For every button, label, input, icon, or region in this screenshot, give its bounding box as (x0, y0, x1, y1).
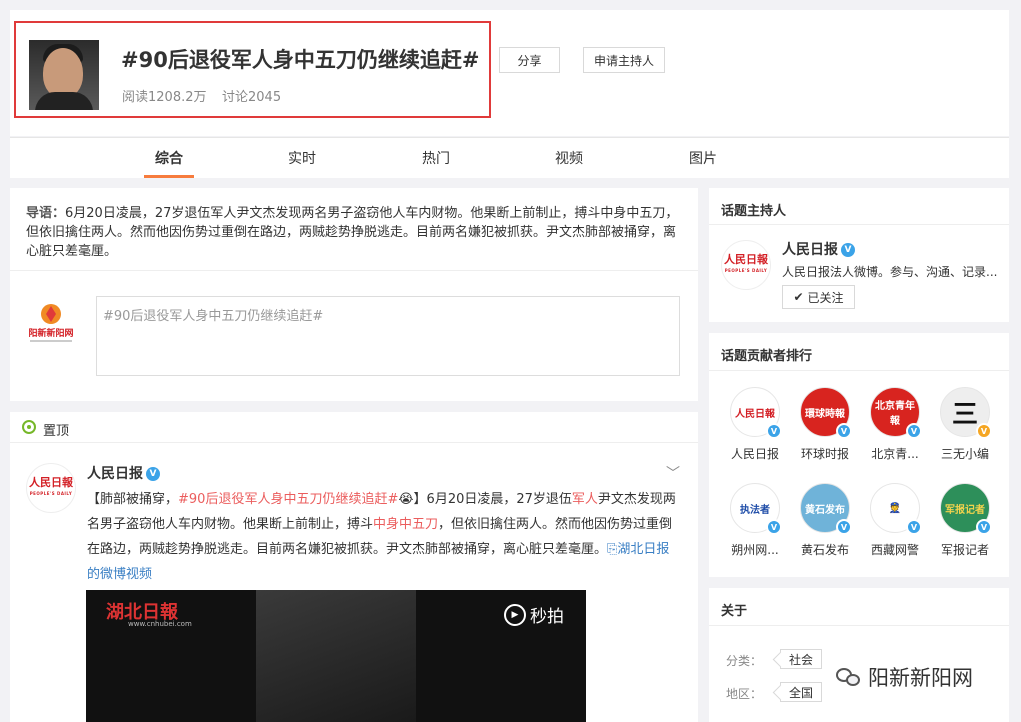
contributor-item[interactable]: 環球時報 V 环球时报 (790, 387, 860, 462)
post-author-name[interactable]: 人民日报 V (87, 463, 160, 483)
verified-icon: V (976, 519, 992, 535)
contributor-name[interactable]: 朔州网... (720, 541, 790, 558)
follow-button[interactable]: ✔ 已关注 (782, 285, 855, 309)
active-tab-indicator (144, 175, 194, 178)
region-key: 地区： (726, 687, 763, 701)
contributor-avatar[interactable]: 環球時報 V (800, 387, 852, 439)
poster-logo-text: 阳新新阳网 (28, 327, 73, 339)
contributor-item[interactable]: 黄石发布 V 黄石发布 (790, 483, 860, 558)
play-icon: ▶ (504, 603, 526, 626)
divider (10, 270, 698, 271)
host-name-text[interactable]: 人民日报 (782, 242, 838, 258)
category-tag[interactable]: 社会 (780, 649, 823, 669)
contributor-avatar[interactable]: 北京青年報 V (870, 387, 922, 439)
contributor-avatar[interactable]: 三V (940, 387, 992, 439)
crying-emoji-icon: 😭 (398, 492, 414, 507)
verified-icon: V (906, 423, 922, 439)
wechat-icon (836, 666, 862, 688)
miaopai-logo: ▶ 秒拍 (504, 602, 564, 627)
host-name[interactable]: 人民日报 V (782, 239, 855, 259)
host-card-title: 话题主持人 (721, 204, 787, 219)
verified-icon: V (836, 519, 852, 535)
post-text-part: 【肺部被捅穿， (87, 492, 179, 507)
poster-avatar: 阳新新阳网 (26, 300, 76, 350)
post-text: 【肺部被捅穿，#90后退役军人身中五刀仍继续追赶#😭】6月20日凌晨，27岁退伍… (87, 487, 682, 587)
verified-icon: V (906, 519, 922, 535)
watermark-text: 阳新新阳网 (868, 666, 973, 690)
video-player[interactable]: 湖北日報 www.cnhubei.com ▶ 秒拍 (86, 590, 586, 722)
post-text-part: 】6月20日凌晨，27岁退伍 (413, 492, 572, 507)
check-icon: ✔ (793, 290, 804, 304)
post-author-avatar[interactable]: 人民日報 PEOPLE'S DAILY (26, 463, 76, 513)
contributor-avatar[interactable]: 执法者 V (730, 483, 782, 535)
contributor-name[interactable]: 黄石发布 (790, 541, 860, 558)
contributor-item[interactable]: 北京青年報 V 北京青... (860, 387, 930, 462)
topic-intro: 导语：6月20日凌晨，27岁退伍军人尹文杰发现两名男子盗窃他人车内财物。他果断上… (26, 204, 686, 261)
video-brand-url: www.cnhubei.com (128, 620, 192, 628)
post-author-text[interactable]: 人民日报 (87, 466, 143, 482)
tab-hot[interactable]: 热门 (422, 148, 450, 168)
tab-video[interactable]: 视频 (555, 148, 583, 168)
tab-images[interactable]: 图片 (689, 148, 717, 168)
highlight-box (14, 21, 491, 118)
verified-icon: V (841, 243, 855, 257)
contributor-item[interactable]: 军报记者 V 军报记者 (930, 483, 1000, 558)
pin-icon (22, 420, 36, 434)
divider (709, 370, 1009, 371)
region-tag[interactable]: 全国 (780, 682, 823, 702)
highlight-keyword: 中身中五刀 (373, 517, 439, 532)
contributor-avatar[interactable]: 👮 V (870, 483, 922, 535)
contributor-name[interactable]: 人民日报 (720, 445, 790, 462)
contributor-avatar[interactable]: 黄石发布 V (800, 483, 852, 535)
ranking-title: 话题贡献者排行 (721, 349, 813, 364)
category-key: 分类： (726, 654, 763, 668)
watermark: 阳新新阳网 (836, 662, 973, 692)
verified-icon: V (766, 423, 782, 439)
intro-label: 导语： (26, 206, 66, 221)
share-button[interactable]: 分享 (499, 47, 560, 73)
contributor-name[interactable]: 环球时报 (790, 445, 860, 462)
host-description: 人民日报法人微博。参与、沟通、记录... (782, 265, 998, 279)
follow-label: 已关注 (807, 290, 844, 305)
contributor-avatar[interactable]: 军报记者 V (940, 483, 992, 535)
compose-input[interactable]: #90后退役军人身中五刀仍继续追赶# (96, 296, 680, 376)
chevron-down-icon[interactable]: ﹀ (666, 463, 680, 483)
verified-icon: V (976, 423, 992, 439)
contributor-name[interactable]: 北京青... (860, 445, 930, 462)
verified-icon: V (146, 467, 160, 481)
verified-icon: V (836, 423, 852, 439)
divider (709, 625, 1009, 626)
tab-realtime[interactable]: 实时 (288, 148, 316, 168)
divider (10, 442, 698, 443)
host-avatar[interactable]: 人民日報 PEOPLE'S DAILY (721, 240, 771, 290)
contributor-item[interactable]: 人民日報 V 人民日报 (720, 387, 790, 462)
intro-text: 6月20日凌晨，27岁退伍军人尹文杰发现两名男子盗窃他人车内财物。他果断上前制止… (26, 206, 679, 259)
pinned-label: 置顶 (43, 424, 70, 439)
tab-comprehensive[interactable]: 综合 (155, 148, 183, 168)
contributor-name[interactable]: 军报记者 (930, 541, 1000, 558)
contributor-avatar[interactable]: 人民日報 V (730, 387, 782, 439)
highlight-keyword: 军人 (571, 492, 598, 507)
topic-link[interactable]: #90后退役军人身中五刀仍继续追赶# (178, 492, 398, 507)
apply-host-button[interactable]: 申请主持人 (583, 47, 665, 73)
contributor-name[interactable]: 三无小编 (930, 445, 1000, 462)
video-platform-label: 秒拍 (530, 607, 564, 627)
contributor-item[interactable]: 执法者 V 朔州网... (720, 483, 790, 558)
divider (709, 224, 1009, 225)
contributor-name[interactable]: 西藏网警 (860, 541, 930, 558)
verified-icon: V (766, 519, 782, 535)
contributor-item[interactable]: 👮 V 西藏网警 (860, 483, 930, 558)
about-title: 关于 (721, 604, 748, 619)
contributor-item[interactable]: 三 V 三无小编 (930, 387, 1000, 462)
